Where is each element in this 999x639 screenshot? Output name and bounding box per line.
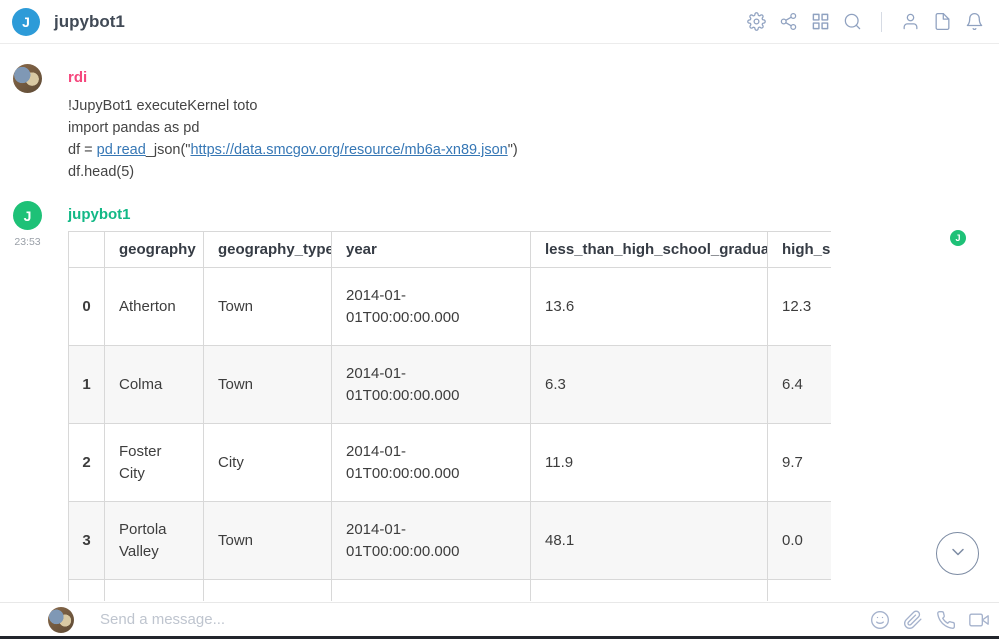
bell-icon[interactable] (965, 12, 984, 31)
phone-icon[interactable] (936, 610, 956, 630)
composer-user-avatar (48, 607, 74, 633)
message-list: rdi !JupyBot1 executeKernel totoimport p… (0, 44, 999, 601)
row-index-cell: 0 (69, 268, 105, 346)
apps-grid-icon[interactable] (811, 12, 830, 31)
row-index-cell (69, 580, 105, 602)
table-column-header: geography_type (204, 232, 332, 268)
table-cell: Colma (105, 346, 204, 424)
share-icon[interactable] (779, 12, 798, 31)
table-cell: 6.3 (531, 346, 768, 424)
table-cell: Town (204, 268, 332, 346)
table-cell: Portola Valley (105, 502, 204, 580)
table-cell (332, 580, 531, 602)
bot-avatar-jupybot1[interactable]: J (13, 201, 42, 230)
emoji-icon[interactable] (870, 610, 890, 630)
file-icon[interactable] (933, 12, 952, 31)
table-cell (204, 580, 332, 602)
composer-actions (870, 610, 989, 630)
chat-app-window: J jupybot1 (0, 0, 999, 639)
table-cell: Atherton (105, 268, 204, 346)
table-cell: Town (204, 502, 332, 580)
paperclip-icon[interactable] (903, 610, 923, 630)
dataframe-table: geographygeography_typeyearless_than_hig… (68, 231, 831, 601)
username-jupybot1[interactable]: jupybot1 (68, 206, 131, 223)
table-header-row: geographygeography_typeyearless_than_hig… (69, 232, 832, 268)
channel-title: jupybot1 (54, 12, 125, 32)
toolbar-divider (881, 12, 882, 32)
message-text-line: df.head(5) (68, 161, 999, 183)
table-cell: 2014-01-01T00:00:00.000 (332, 346, 531, 424)
table-column-header: high_school_graduate (768, 232, 832, 268)
message-text-line: !JupyBot1 executeKernel toto (68, 95, 999, 117)
user-avatar-rdi[interactable] (13, 64, 42, 93)
chevron-down-icon (948, 542, 968, 565)
message-jupybot1: J 23:53 jupybot1 geographygeography_type… (0, 201, 999, 601)
message-text-line: df = pd.read_json("https://data.smcgov.o… (68, 139, 999, 161)
message-timestamp: 23:53 (13, 236, 42, 248)
table-row: 3Portola ValleyTown2014-01-01T00:00:00.0… (69, 502, 832, 580)
dataframe-table-container: geographygeography_typeyearless_than_hig… (68, 231, 831, 601)
message-link[interactable]: pd.read (97, 142, 146, 158)
table-column-header: geography (105, 232, 204, 268)
table-cell (105, 580, 204, 602)
table-cell: 9.7 (768, 424, 832, 502)
table-row (69, 580, 832, 602)
table-row: 1ColmaTown2014-01-01T00:00:00.0006.36.4 (69, 346, 832, 424)
table-cell: 0.0 (768, 502, 832, 580)
table-row: 2Foster CityCity2014-01-01T00:00:00.0001… (69, 424, 832, 502)
table-cell: 2014-01-01T00:00:00.000 (332, 502, 531, 580)
row-index-cell: 2 (69, 424, 105, 502)
table-column-header: year (332, 232, 531, 268)
table-cell: 11.9 (531, 424, 768, 502)
table-cell (768, 580, 832, 602)
table-cell: 12.3 (768, 268, 832, 346)
table-cell: City (204, 424, 332, 502)
message-input[interactable] (100, 611, 870, 628)
channel-avatar[interactable]: J (12, 8, 40, 36)
message-text: !JupyBot1 executeKernel totoimport panda… (68, 95, 999, 183)
row-index-cell: 1 (69, 346, 105, 424)
username-rdi[interactable]: rdi (68, 69, 87, 86)
message-rdi: rdi !JupyBot1 executeKernel totoimport p… (0, 64, 999, 183)
table-column-header: less_than_high_school_graduate (531, 232, 768, 268)
message-composer (0, 602, 999, 636)
table-cell: 2014-01-01T00:00:00.000 (332, 268, 531, 346)
search-icon[interactable] (843, 12, 862, 31)
user-icon[interactable] (901, 12, 920, 31)
table-column-header (69, 232, 105, 268)
settings-icon[interactable] (747, 12, 766, 31)
table-cell: 6.4 (768, 346, 832, 424)
table-cell: 2014-01-01T00:00:00.000 (332, 424, 531, 502)
channel-header: J jupybot1 (0, 0, 999, 44)
read-receipt-badge: J (950, 230, 966, 246)
table-row: 0AthertonTown2014-01-01T00:00:00.00013.6… (69, 268, 832, 346)
message-link[interactable]: https://data.smcgov.org/resource/mb6a-xn… (190, 142, 507, 158)
jump-to-bottom-button[interactable] (936, 532, 979, 575)
table-cell (531, 580, 768, 602)
row-index-cell: 3 (69, 502, 105, 580)
header-toolbar (747, 12, 984, 32)
message-text-line: import pandas as pd (68, 117, 999, 139)
table-cell: 48.1 (531, 502, 768, 580)
video-icon[interactable] (969, 610, 989, 630)
table-cell: Foster City (105, 424, 204, 502)
table-cell: Town (204, 346, 332, 424)
table-cell: 13.6 (531, 268, 768, 346)
